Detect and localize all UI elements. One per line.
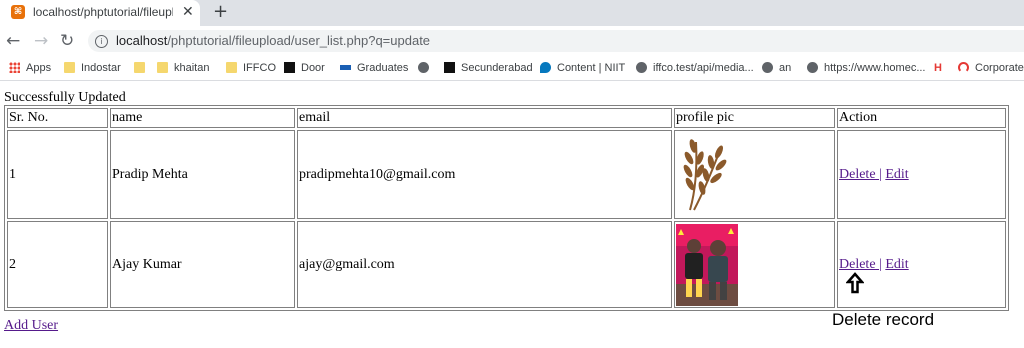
bookmark-apps[interactable]: Apps — [9, 61, 51, 75]
bookmark-label: iffco.test/api/media... — [653, 62, 754, 74]
bookmark-graduates[interactable]: Graduates — [340, 61, 408, 75]
folder-icon — [226, 62, 237, 73]
bookmark-label: Graduates — [357, 62, 409, 74]
edit-link[interactable]: Edit — [885, 167, 908, 182]
folder-icon — [134, 62, 145, 73]
bookmark-globe-unnamed[interactable] — [418, 61, 435, 75]
table-header-row: Sr. No. name email profile pic Action — [7, 108, 1006, 128]
bookmark-label: Apps — [26, 62, 52, 74]
corporate-icon — [958, 62, 969, 73]
edit-link[interactable]: Edit — [885, 257, 908, 272]
header-action: Action — [837, 108, 1006, 128]
bookmark-label: Indostar — [81, 62, 121, 74]
delete-label: Delete — [839, 166, 876, 182]
cell-email: pradipmehta10@gmail.com — [297, 130, 672, 219]
cell-profile-pic — [674, 221, 835, 308]
table-row: 1 Pradip Mehta pradipmehta10@gmail.com D… — [7, 130, 1006, 219]
bookmark-label: Secunderabad — [461, 62, 533, 74]
delete-link[interactable]: Delete | — [839, 167, 882, 182]
link-separator: | — [879, 166, 882, 182]
url-host: localhost — [116, 33, 168, 48]
globe-icon — [807, 62, 818, 73]
bookmark-label: https://www.homec... — [824, 62, 926, 74]
bookmark-label: Content | NIIT — [557, 62, 626, 74]
bookmark-content-niit[interactable]: Content | NIIT — [540, 61, 625, 75]
bookmark-label: Corporate — [975, 62, 1024, 74]
browser-tab[interactable]: ⌘ localhost/phptutorial/fileupload/ ✕ — [0, 0, 200, 26]
bookmark-label: Door — [301, 62, 325, 74]
bookmark-khaitan[interactable]: khaitan — [157, 61, 209, 75]
globe-icon — [418, 62, 429, 73]
tab-title: localhost/phptutorial/fileupload/ — [33, 5, 173, 19]
lc-icon — [284, 62, 295, 73]
xampp-icon: ⌘ — [11, 5, 25, 19]
bookmark-an[interactable]: an — [762, 61, 791, 75]
bookmark-label: an — [779, 62, 792, 74]
lc-icon — [444, 62, 455, 73]
bookmark-indostar[interactable]: Indostar — [64, 61, 121, 75]
globe-icon — [762, 62, 773, 73]
cell-name: Ajay Kumar — [110, 221, 295, 308]
globe-icon — [636, 62, 647, 73]
url-text[interactable]: localhost/phptutorial/fileupload/user_li… — [116, 33, 430, 48]
bookmark-door[interactable]: Door — [284, 61, 325, 75]
cell-name: Pradip Mehta — [110, 130, 295, 219]
bookmark-corporate[interactable]: Corporate — [958, 61, 1024, 75]
close-icon[interactable]: ✕ — [182, 4, 194, 20]
header-email: email — [297, 108, 672, 128]
cell-profile-pic — [674, 130, 835, 219]
table-row: 2 Ajay Kumar ajay@gmail.com Delete | Edi… — [7, 221, 1006, 308]
folder-icon — [157, 62, 168, 73]
link-separator: | — [879, 256, 882, 272]
cell-sr-no: 2 — [7, 221, 108, 308]
reload-icon[interactable]: ↻ — [60, 31, 74, 51]
back-icon[interactable]: ← — [6, 31, 20, 51]
delete-link[interactable]: Delete | — [839, 257, 882, 272]
header-name: name — [110, 108, 295, 128]
annotation-text: Delete record — [832, 310, 935, 329]
drupal-icon — [540, 62, 551, 73]
arrow-up-icon — [846, 272, 864, 294]
bookmark-label: IFFCO — [243, 62, 276, 74]
niit-icon — [340, 65, 351, 70]
bookmark-h[interactable]: H — [934, 61, 942, 75]
add-user-link[interactable]: Add User — [4, 318, 58, 334]
bookmark-secunderabad[interactable]: Secunderabad — [444, 61, 533, 75]
new-tab-button[interactable]: + — [213, 1, 228, 22]
cell-action: Delete | Edit — [837, 221, 1006, 308]
cell-email: ajay@gmail.com — [297, 221, 672, 308]
bookmark-homec[interactable]: https://www.homec... — [807, 61, 925, 75]
bookmark-folder-unnamed[interactable] — [134, 61, 151, 75]
tab-strip: ⌘ localhost/phptutorial/fileupload/ ✕ + — [0, 0, 1024, 26]
url-path: /phptutorial/fileupload/user_list.php?q=… — [167, 33, 431, 48]
h-icon: H — [934, 62, 942, 74]
apps-grid-icon — [9, 62, 20, 73]
info-icon[interactable]: i — [95, 35, 108, 48]
folder-icon — [64, 62, 75, 73]
bookmark-label: khaitan — [174, 62, 210, 74]
wheat-icon — [683, 139, 727, 211]
bookmark-iffco-test[interactable]: iffco.test/api/media... — [636, 61, 754, 75]
children-photo — [676, 223, 738, 306]
forward-icon[interactable]: → — [34, 31, 48, 51]
header-sr-no: Sr. No. — [7, 108, 108, 128]
cell-action: Delete | Edit — [837, 130, 1006, 219]
cell-sr-no: 1 — [7, 130, 108, 219]
bookmark-iffco[interactable]: IFFCO — [226, 61, 276, 75]
status-message: Successfully Updated — [4, 90, 126, 105]
header-profile-pic: profile pic — [674, 108, 835, 128]
delete-label: Delete — [839, 256, 876, 272]
